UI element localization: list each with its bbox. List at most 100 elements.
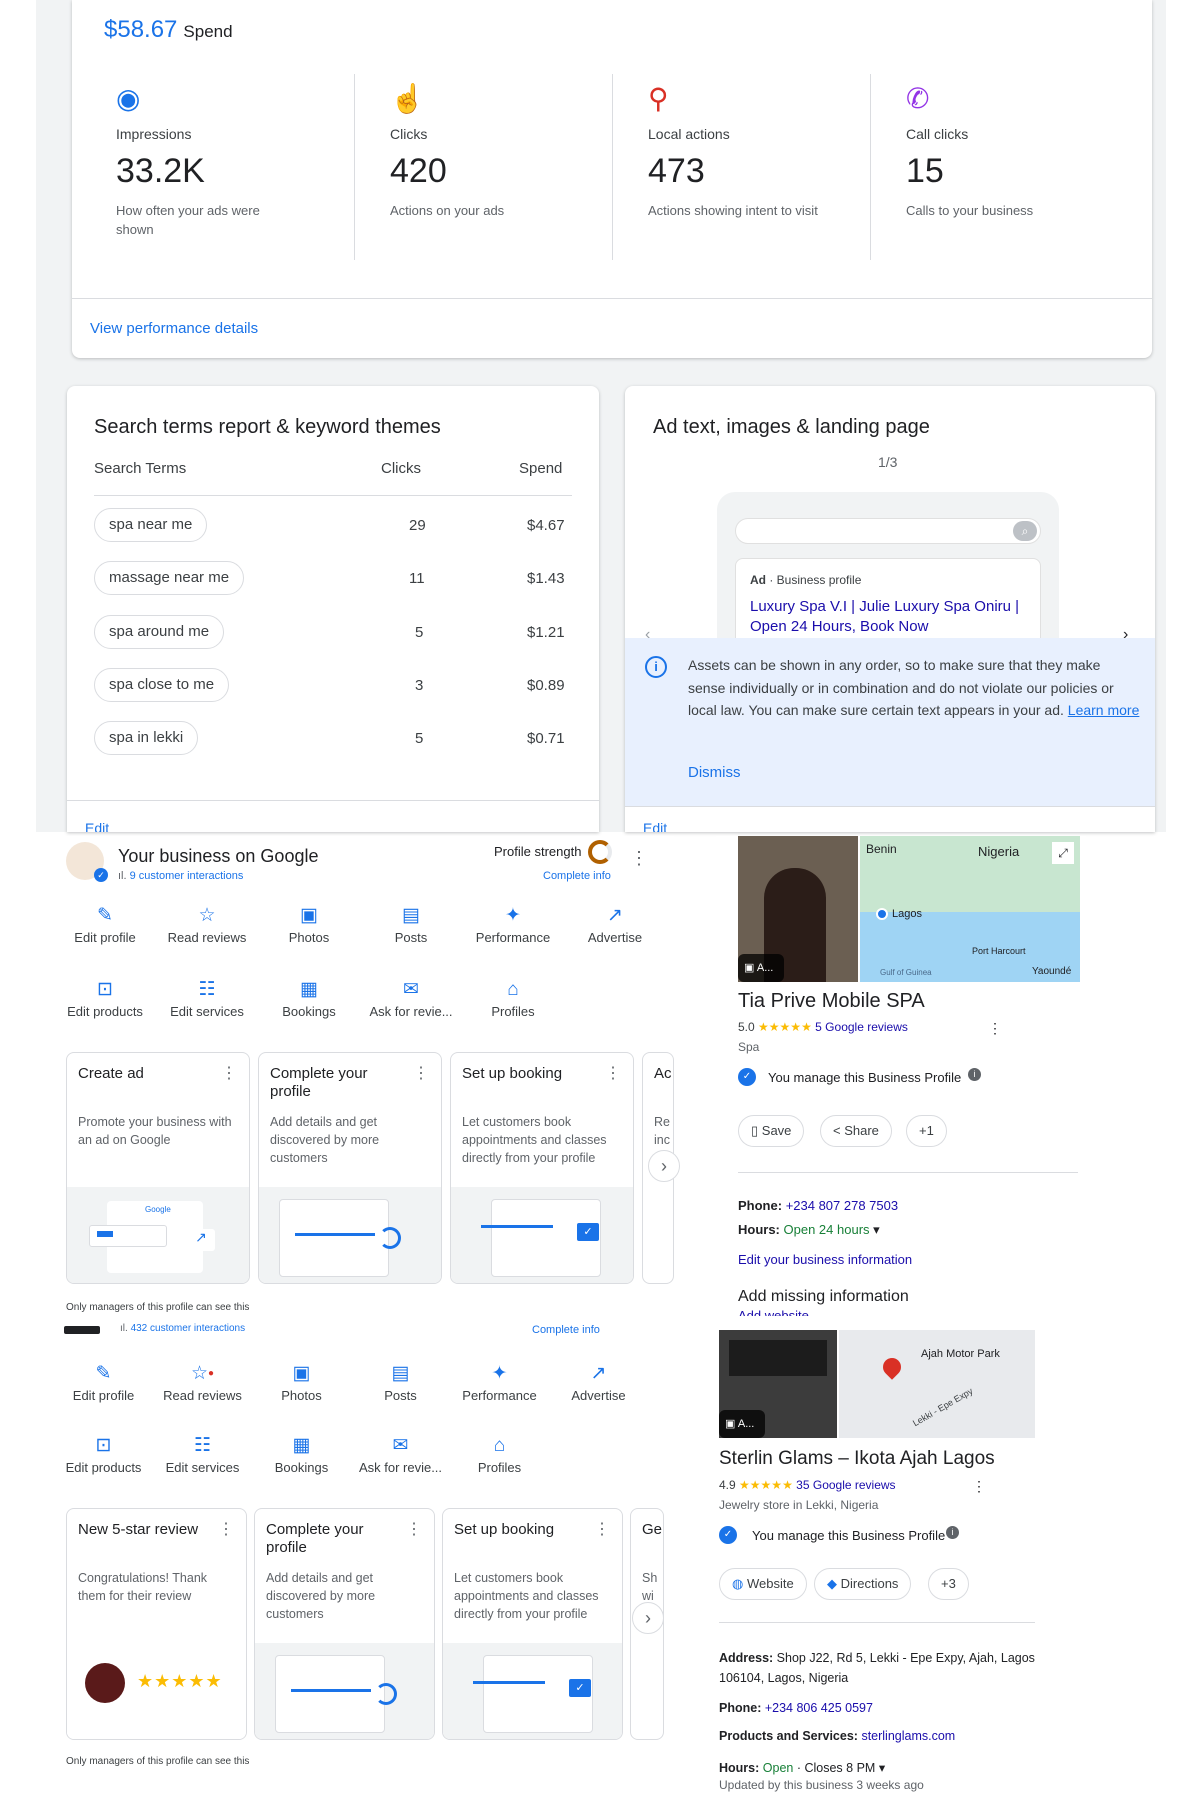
search-term-chip[interactable]: massage near me [94,561,245,595]
photo-icon: ▣ [292,1363,311,1384]
search-term-chip[interactable]: spa around me [94,615,225,649]
business-photo[interactable]: ▣ A... [719,1330,837,1438]
action-edit-profile[interactable]: ✎ Edit profile [54,902,156,945]
learn-more-link[interactable]: Learn more [1068,702,1140,718]
suggestion-card-set-up-booking[interactable]: Set up booking ⋮ Let customers book appo… [450,1052,634,1284]
action-edit-services[interactable]: ☷ Edit services [153,1432,252,1475]
add-website-link[interactable]: Add website [738,1308,809,1316]
edit-link[interactable]: Edit [643,820,667,832]
products-link[interactable]: sterlinglams.com [861,1729,955,1743]
more-vert-icon[interactable]: ⋮ [406,1519,422,1539]
action-advertise[interactable]: ↗ Advertise [564,902,666,945]
action-label: Ask for revie... [358,1460,443,1475]
hours-row[interactable]: Hours: Open 24 hours ▾ [738,1220,880,1240]
more-vert-icon[interactable]: ⋮ [988,1020,1002,1037]
action-posts[interactable]: ▤ Posts [360,902,462,945]
action-label: Performance [462,1388,537,1403]
action-ask-for-reviews[interactable]: ✉ Ask for revie... [360,976,462,1019]
directions-button[interactable]: ◆ Directions [814,1568,912,1600]
expand-icon[interactable]: ⤢ [1052,842,1074,864]
card-description: Re inc [654,1115,670,1147]
suggestion-card-create-ad[interactable]: Create ad ⋮ Promote your business with a… [66,1052,250,1284]
card-description: Let customers book appointments and clas… [462,1115,607,1165]
shopping-bag-icon: ⊡ [95,1435,112,1456]
action-bookings[interactable]: ▦ Bookings [258,976,360,1019]
action-read-reviews[interactable]: ☆ Read reviews [156,902,258,945]
metric-label: Local actions [648,126,730,142]
chevron-right-icon[interactable]: › [648,1150,680,1182]
reviews-link[interactable]: 5 Google reviews [815,1020,908,1034]
interactions-summary[interactable]: ıl. 432 customer interactions [120,1323,245,1334]
spend-value: $58.67 [104,16,178,43]
map-thumbnail[interactable]: Benin Nigeria Lagos Port Harcourt Gulf o… [860,836,1080,982]
action-label: Edit services [165,1460,240,1475]
suggestion-card-complete-profile[interactable]: Complete your profile ⋮ Add details and … [254,1508,435,1740]
website-button[interactable]: ◍ Website [719,1568,807,1600]
search-term-chip[interactable]: spa near me [94,508,208,542]
profile-strength-ring [588,840,612,864]
more-actions-button[interactable]: +3 [928,1568,969,1600]
search-term-chip[interactable]: spa in lekki [94,721,199,755]
action-read-reviews[interactable]: ☆● Read reviews [153,1360,252,1403]
reviews-link[interactable]: 35 Google reviews [796,1478,895,1492]
phone-link[interactable]: +234 806 425 0597 [765,1701,873,1715]
interactions-link[interactable]: 432 customer interactions [131,1323,246,1334]
suggestion-card-complete-profile[interactable]: Complete your profile ⋮ Add details and … [258,1052,442,1284]
more-vert-icon[interactable]: ⋮ [413,1063,429,1083]
chevron-right-icon[interactable]: › [632,1602,664,1634]
action-label: Edit products [67,1004,143,1019]
location-dot [876,908,888,920]
action-bookings[interactable]: ▦ Bookings [252,1432,351,1475]
info-icon[interactable]: i [968,1068,981,1081]
more-vert-icon[interactable]: ⋮ [605,1063,621,1083]
more-vert-icon[interactable]: ⋮ [221,1063,237,1083]
phone-row: Phone: +234 806 425 0597 [719,1698,873,1718]
info-icon[interactable]: i [946,1526,959,1539]
action-photos[interactable]: ▣ Photos [252,1360,351,1403]
phone-link[interactable]: +234 807 278 7503 [786,1198,898,1213]
action-profiles[interactable]: ⌂ Profiles [450,1432,549,1475]
interactions-link[interactable]: 9 customer interactions [130,870,244,882]
suggestion-card-new-review[interactable]: New 5-star review ⋮ Congratulations! Tha… [66,1508,247,1740]
view-performance-details-link[interactable]: View performance details [90,320,258,337]
avatar[interactable] [64,1326,100,1334]
shopping-bag-icon: ⊡ [97,979,113,1000]
action-edit-profile[interactable]: ✎ Edit profile [54,1360,153,1403]
action-ask-for-reviews[interactable]: ✉ Ask for revie... [351,1432,450,1475]
trending-up-icon: ↗ [607,905,623,926]
edit-business-info-link[interactable]: Edit your business information [738,1252,912,1267]
suggestion-card-set-up-booking[interactable]: Set up booking ⋮ Let customers book appo… [442,1508,623,1740]
business-photo[interactable]: ▣ A... [738,836,858,982]
edit-link[interactable]: Edit [85,820,109,832]
complete-info-link[interactable]: Complete info [543,870,611,882]
action-photos[interactable]: ▣ Photos [258,902,360,945]
share-button[interactable]: < Share [820,1115,892,1147]
action-edit-products[interactable]: ⊡ Edit products [54,976,156,1019]
dismiss-button[interactable]: Dismiss [688,764,741,781]
photo-chip[interactable]: ▣ A... [719,1410,765,1438]
more-vert-icon[interactable]: ⋮ [594,1519,610,1539]
action-label: Edit profile [72,1388,135,1403]
action-posts[interactable]: ▤ Posts [351,1360,450,1403]
ad-source: Business profile [776,573,862,587]
more-vert-icon[interactable]: ⋮ [630,848,648,869]
more-vert-icon[interactable]: ⋮ [218,1519,234,1539]
business-category: Jewelry store in Lekki, Nigeria [719,1498,879,1512]
search-term-chip[interactable]: spa close to me [94,668,230,702]
action-edit-products[interactable]: ⊡ Edit products [54,1432,153,1475]
more-actions-button[interactable]: +1 [906,1115,947,1147]
map-label: Yaoundé [1032,966,1072,977]
action-advertise[interactable]: ↗ Advertise [549,1360,648,1403]
more-vert-icon[interactable]: ⋮ [972,1478,986,1495]
save-button[interactable]: ▯ Save [738,1115,805,1147]
hours-row[interactable]: Hours: Open · Closes 8 PM ▾ [719,1758,885,1778]
photo-chip[interactable]: ▣ A... [738,954,784,982]
action-performance[interactable]: ✦ Performance [462,902,564,945]
action-profiles[interactable]: ⌂ Profiles [462,976,564,1019]
interactions-summary[interactable]: ıl. 9 customer interactions [118,870,243,882]
action-edit-services[interactable]: ☷ Edit services [156,976,258,1019]
map-thumbnail[interactable]: Ajah Motor Park Lekki - Epe Expy [839,1330,1035,1438]
complete-info-link[interactable]: Complete info [532,1324,600,1336]
action-label: Advertise [587,930,643,945]
action-performance[interactable]: ✦ Performance [450,1360,549,1403]
